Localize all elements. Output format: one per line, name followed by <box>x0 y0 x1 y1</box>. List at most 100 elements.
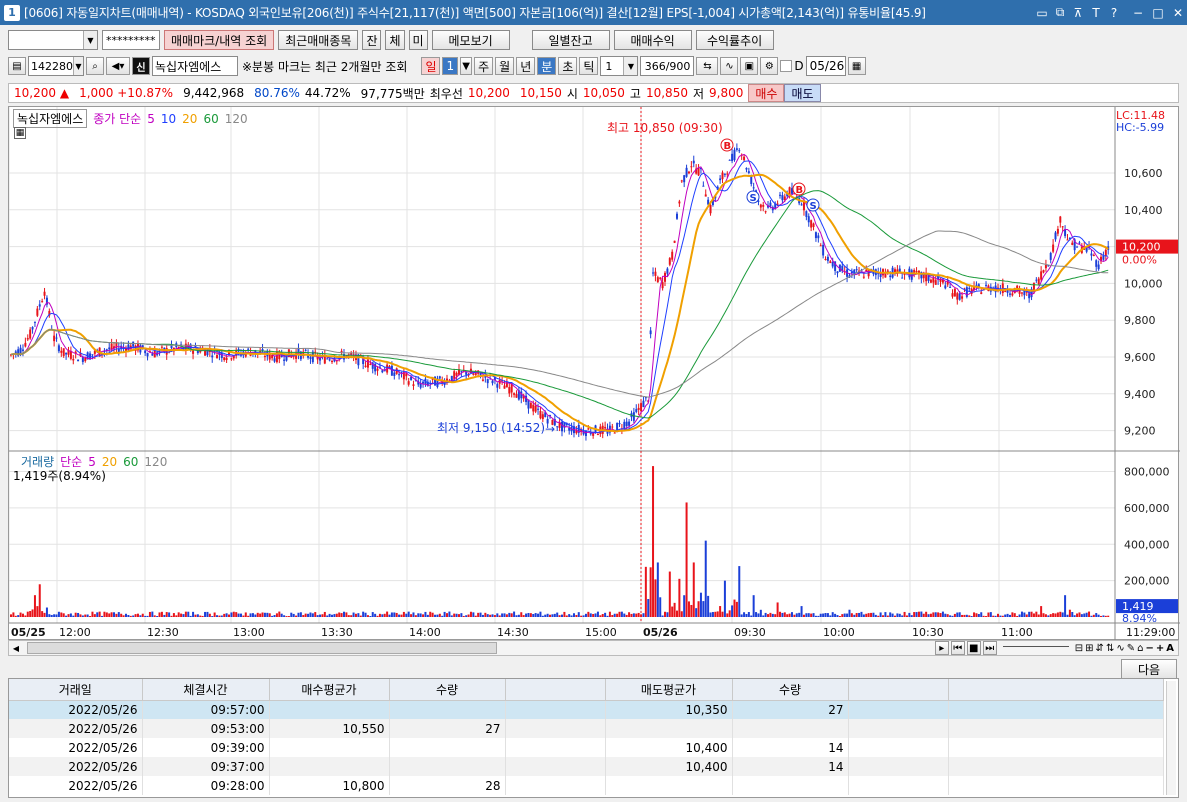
recent-trades-button[interactable]: 최근매매종목 <box>278 30 359 50</box>
pencil-icon[interactable]: ✎ <box>1127 643 1135 654</box>
col-time[interactable]: 체결시간 <box>142 679 270 701</box>
legend-stock-name[interactable]: 녹십자엠에스 <box>13 109 88 128</box>
executed-button[interactable]: 체 <box>385 30 405 50</box>
volume-bar <box>469 611 472 617</box>
restore-layout-icon[interactable]: ▭ <box>1035 6 1049 20</box>
volume-bar <box>910 615 913 617</box>
table-row[interactable]: 2022/05/26 09:28:00 10,800 28 <box>9 776 1164 795</box>
forward-icon[interactable]: ⏭ <box>982 641 997 655</box>
table-scrollbar[interactable] <box>1166 681 1176 795</box>
period-second[interactable]: 초 <box>558 57 578 75</box>
col-sell-qty[interactable]: 수량 <box>732 679 849 701</box>
table-row[interactable]: 2022/05/26 09:39:00 10,400 14 <box>9 738 1164 757</box>
layout-b-icon[interactable]: ⊞ <box>1085 643 1093 654</box>
col-buy-qty[interactable]: 수량 <box>389 679 506 701</box>
table-row[interactable]: 2022/05/26 09:57:00 10,350 27 <box>9 700 1164 719</box>
grid-icon[interactable]: ▦ <box>14 127 26 139</box>
multi-window-icon[interactable]: ⧉ <box>1053 5 1067 20</box>
candle-body <box>223 357 226 360</box>
candle-body <box>733 149 736 161</box>
calendar-icon[interactable]: ▦ <box>847 57 866 75</box>
volume-bar <box>165 612 168 617</box>
sell-button[interactable]: 매도 <box>784 84 821 102</box>
close-button[interactable]: ✕ <box>1169 5 1187 21</box>
period-month[interactable]: 월 <box>495 57 515 75</box>
scroll-left-icon[interactable]: ◀ <box>9 644 23 653</box>
daily-balance-button[interactable]: 일별잔고 <box>531 30 610 50</box>
return-trend-button[interactable]: 수익률추이 <box>695 30 774 50</box>
volume-bar <box>395 612 398 617</box>
scroll-thumb[interactable] <box>27 642 497 654</box>
date-input[interactable]: 05/26 <box>805 56 846 76</box>
pin-icon[interactable]: ⊼ <box>1071 6 1085 20</box>
minute-select[interactable]: 1 ▼ <box>600 56 639 76</box>
home-icon[interactable]: ⌂ <box>1137 643 1143 654</box>
maximize-button[interactable]: □ <box>1149 5 1167 21</box>
day-count[interactable]: 1 <box>442 57 459 75</box>
next-button[interactable]: 다음 <box>1121 659 1177 679</box>
unexecuted-button[interactable]: 미 <box>408 30 428 50</box>
buy-button[interactable]: 매수 <box>748 84 785 102</box>
table-cell <box>848 700 949 719</box>
col-sell-avg[interactable]: 매도평균가 <box>605 679 733 701</box>
stock-list-icon[interactable]: ▤ <box>8 57 26 75</box>
search-icon[interactable]: ⌕ <box>86 57 104 75</box>
help-icon[interactable]: ? <box>1107 6 1121 20</box>
play-icon[interactable]: ▸ <box>934 641 949 655</box>
font-icon[interactable]: T <box>1089 6 1103 20</box>
volume-bar <box>654 579 657 617</box>
save-icon[interactable]: ▣ <box>740 57 759 75</box>
period-year[interactable]: 년 <box>516 57 536 75</box>
minimize-button[interactable]: − <box>1129 5 1147 21</box>
sync-icon[interactable]: ⇆ <box>696 57 719 75</box>
balance-button[interactable]: 잔 <box>362 30 382 50</box>
table-row[interactable]: 2022/05/26 09:53:00 10,550 27 <box>9 719 1164 738</box>
candle-body <box>929 279 932 283</box>
period-minute[interactable]: 분 <box>537 57 557 75</box>
volume-bar <box>347 615 350 617</box>
table-cell: 09:37:00 <box>142 757 270 776</box>
table-cell: 14 <box>732 738 849 757</box>
chevron-down-icon[interactable]: ▼ <box>460 57 473 75</box>
period-week[interactable]: 주 <box>474 57 494 75</box>
wave-icon[interactable]: ∿ <box>1116 643 1124 654</box>
account-select[interactable]: ▼ <box>8 30 98 50</box>
chart-canvas[interactable]: 10,600 10,400 10,200 10,000 9,800 9,600 9,400 9… <box>9 107 1180 641</box>
table-row[interactable]: 2022/05/26 09:37:00 10,400 14 <box>9 757 1164 776</box>
trade-profit-button[interactable]: 매매수익 <box>613 30 692 50</box>
password-input[interactable]: ********* <box>102 30 160 50</box>
gear-icon[interactable]: ⚙ <box>760 57 779 75</box>
chevron-down-icon[interactable]: ▼ <box>83 31 97 49</box>
zoom-in-icon[interactable]: + <box>1156 643 1164 654</box>
speed-slider[interactable] <box>1002 646 1069 650</box>
col-buy-avg[interactable]: 매수평균가 <box>269 679 390 701</box>
speaker-icon[interactable]: ◀▾ <box>106 57 130 75</box>
stock-code-input[interactable]: 142280 ▼ <box>28 56 84 76</box>
period-day[interactable]: 일 <box>421 57 441 75</box>
volume-bar <box>1037 614 1040 617</box>
candle-body <box>216 355 219 359</box>
chevron-down-icon[interactable]: ▼ <box>623 57 638 75</box>
x-end-tick: 11:29:00 <box>1126 626 1175 639</box>
chevron-down-icon[interactable]: ▼ <box>73 57 83 75</box>
volume-bar <box>1023 612 1026 617</box>
sort-b-icon[interactable]: ⇅ <box>1106 643 1114 654</box>
period-tick[interactable]: 틱 <box>579 57 599 75</box>
chart-scrollbar[interactable]: ◀ ▸ ⏮ ■ ⏭ ⊟ ⊞ ⇵ ⇅ ∿ ✎ ⌂ − + A <box>8 640 1179 656</box>
volume-bar <box>12 612 15 617</box>
stop-icon[interactable]: ■ <box>966 641 981 655</box>
col-date[interactable]: 거래일 <box>9 679 143 701</box>
zoom-out-icon[interactable]: − <box>1145 643 1153 654</box>
volume-bar <box>640 614 643 617</box>
chart-area[interactable]: 10,600 10,400 10,200 10,000 9,800 9,600 9,400 9… <box>8 106 1180 641</box>
trade-mark-query-button[interactable]: 매매마크/내역 조회 <box>164 30 275 50</box>
layout-a-icon[interactable]: ⊟ <box>1075 643 1083 654</box>
rewind-icon[interactable]: ⏮ <box>950 641 965 655</box>
memo-button[interactable]: 메모보기 <box>431 30 510 50</box>
sort-a-icon[interactable]: ⇵ <box>1096 643 1104 654</box>
volume-ma120: 120 <box>144 454 168 469</box>
date-checkbox[interactable] <box>780 60 793 72</box>
volume-bar <box>362 611 365 617</box>
draw-icon[interactable]: ∿ <box>720 57 739 75</box>
font-size-icon[interactable]: A <box>1166 643 1174 654</box>
